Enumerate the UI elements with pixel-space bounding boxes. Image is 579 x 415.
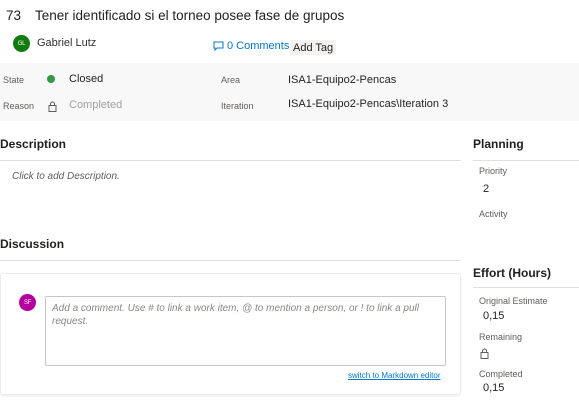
discussion-heading: Discussion [0,237,65,251]
completed-label: Completed [479,369,523,379]
iteration-label: Iteration [221,101,254,111]
remaining-lock-icon [480,346,489,364]
original-estimate-value[interactable]: 0,15 [483,310,504,322]
reason-label: Reason [3,101,35,111]
comment-input[interactable]: Add a comment. Use # to link a work item… [45,296,446,366]
activity-value[interactable] [483,225,573,239]
state-indicator-dot [47,75,55,83]
work-item-fields-bar [0,63,579,121]
state-value[interactable]: Closed [69,73,103,85]
priority-value[interactable]: 2 [483,183,489,195]
remaining-label: Remaining [479,332,523,342]
current-user-avatar: SF [19,294,36,311]
description-heading: Description [0,137,67,151]
comment-icon [213,41,224,51]
work-item-title-row: 73 Tener identificado si el torneo posee… [0,5,344,25]
planning-heading: Planning [473,137,524,151]
lock-icon [48,99,57,117]
discussion-divider [0,260,461,261]
add-tag-button[interactable]: Add Tag [290,40,337,55]
work-item-id: 73 [6,7,22,23]
area-label: Area [221,75,241,85]
reason-value: Completed [69,99,123,111]
iteration-value[interactable]: ISA1-Equipo2-Pencas\Iteration 3 [288,98,448,110]
effort-heading: Effort (Hours) [473,266,551,280]
comments-count-label: 0 Comments [227,40,290,52]
comments-link[interactable]: 0 Comments [213,40,289,52]
description-field[interactable]: Click to add Description. [12,171,120,182]
planning-divider [473,160,579,161]
completed-value[interactable]: 0,15 [483,382,504,394]
original-estimate-label: Original Estimate [479,296,548,306]
area-value[interactable]: ISA1-Equipo2-Pencas [288,74,396,86]
description-divider [0,160,461,161]
priority-label: Priority [479,166,508,176]
switch-markdown-editor-link[interactable]: switch to Markdown editor [348,371,440,380]
effort-divider [473,287,579,288]
activity-label: Activity [479,209,508,219]
state-label: State [3,75,25,85]
author-name[interactable]: Gabriel Lutz [37,37,96,49]
work-item-title[interactable]: Tener identificado si el torneo posee fa… [35,8,344,23]
author-avatar[interactable]: GL [13,35,30,52]
